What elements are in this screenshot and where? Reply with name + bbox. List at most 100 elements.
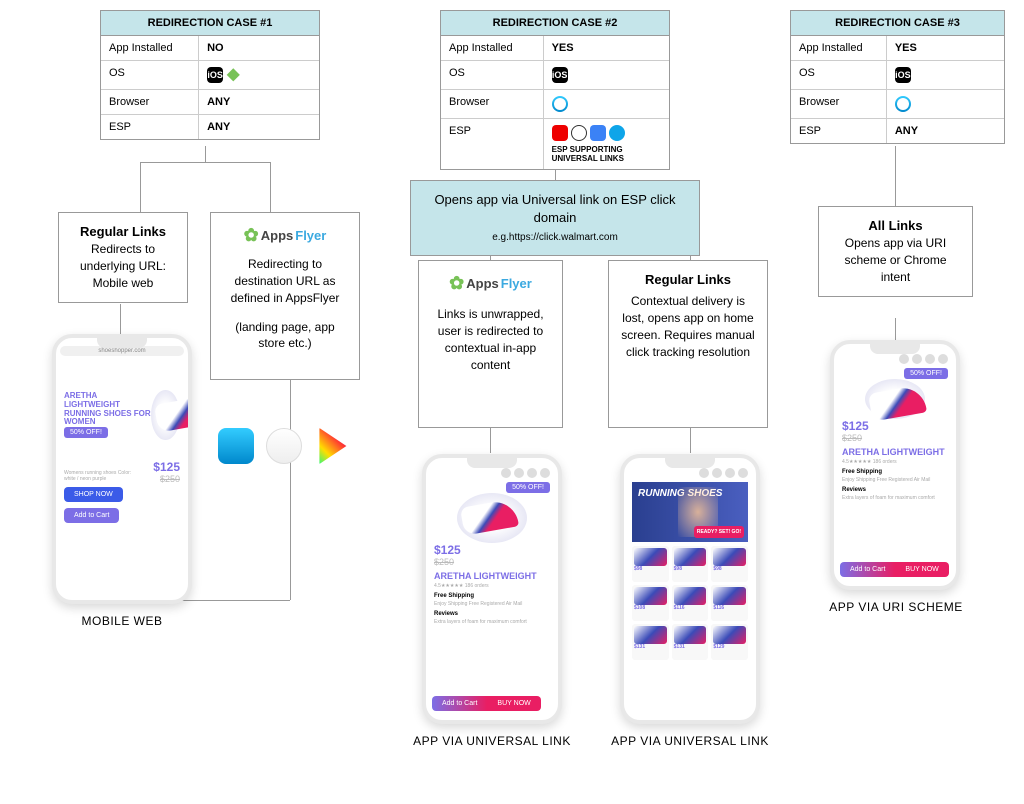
label-os: OS [791,61,887,89]
price: $125 [842,419,948,433]
label-browser: Browser [791,90,887,118]
android-icon: ◆ [227,67,239,83]
box-appsflyer-1: ✿AppsFlyer Redirecting to destination UR… [210,212,360,380]
case1-os: iOS◆ [199,61,319,89]
safari-icon [895,96,911,112]
result-mobile-web: MOBILE WEB [42,614,202,628]
case2-app-installed: YES [544,36,669,60]
case2-header: REDIRECTION CASE #2 [441,11,669,36]
phone-mobile-web: shoeshopper.com ARETHA LIGHTWEIGHT RUNNI… [52,334,192,604]
salesforce-icon [609,125,625,141]
box1b-text1: Redirecting to destination URL as define… [223,256,347,306]
off-badge: 50% OFF! [64,427,108,438]
appsflyer-logo: ✿AppsFlyer [244,223,327,248]
add-to-cart-button[interactable]: Add to Cart [64,508,119,523]
case2-browser [544,90,669,118]
sendgrid-icon [590,125,606,141]
box3-title: All Links [831,217,960,235]
safari-big-icon [266,428,302,464]
result-universal-b: APP VIA UNIVERSAL LINK [610,734,770,748]
case1-esp: ANY [199,115,319,139]
old-price: $250 [153,474,180,484]
label-app-installed: App Installed [791,36,887,60]
case2-os: iOS [544,61,669,89]
reviews-label: Reviews [842,487,948,493]
label-browser: Browser [101,90,199,114]
case1-table: REDIRECTION CASE #1 App InstalledNO OSiO… [100,10,320,140]
playstore-icon [314,428,350,464]
off-badge: 50% OFF! [506,482,550,493]
leaf-icon: ✿ [449,271,464,296]
box3-text: Opens app via URI scheme or Chrome inten… [831,235,960,285]
appstore-icon [218,428,254,464]
label-esp: ESP [441,119,544,169]
box2b-title: Regular Links [621,271,755,289]
box1a-text: Redirects to underlying URL: Mobile web [71,241,175,291]
banner-cta: READY? SET! GO! [694,526,744,538]
result-uri: APP VIA URI SCHEME [816,600,976,614]
safari-icon [552,96,568,112]
buy-now-button[interactable]: BUY NOW [895,562,948,577]
shoe-image [457,493,527,543]
reviews-label: Reviews [434,611,550,617]
phone-app-uri: 50% OFF! $125 $250 ARETHA LIGHTWEIGHT 4.… [830,340,960,590]
box-regular-links-2: Regular Links Contextual delivery is los… [608,260,768,428]
shoe-image [151,390,180,440]
case3-header: REDIRECTION CASE #3 [791,11,1004,36]
box2-top-line2: e.g.https://click.walmart.com [423,231,687,245]
label-app-installed: App Installed [441,36,544,60]
off-badge: 50% OFF! [904,368,948,379]
add-to-cart-button[interactable]: Add to Cart [840,562,895,577]
old-price: $250 [434,557,550,567]
label-os: OS [441,61,544,89]
case2-table: REDIRECTION CASE #2 App InstalledYES OS i… [440,10,670,170]
case3-os: iOS [887,61,1004,89]
case1-app-installed: NO [199,36,319,60]
product-name: ARETHA LIGHTWEIGHT [842,447,948,457]
dotdigital-icon [571,125,587,141]
desc: Womens running shoes Color: white / neon… [64,470,134,482]
box-all-links: All Links Opens app via URI scheme or Ch… [818,206,973,297]
label-browser: Browser [441,90,544,118]
case1-header: REDIRECTION CASE #1 [101,11,319,36]
ios-icon: iOS [552,67,568,83]
running-banner: RUNNING SHOES READY? SET! GO! [632,482,748,542]
oracle-icon [552,125,568,141]
phone-app-universal-a: 50% OFF! $125 $250 ARETHA LIGHTWEIGHT 4.… [422,454,562,724]
box2a-text: Links is unwrapped, user is redirected t… [431,306,550,373]
leaf-icon: ✿ [244,223,259,248]
case1-browser: ANY [199,90,319,114]
add-to-cart-button[interactable]: Add to Cart [432,696,487,711]
appsflyer-logo: ✿AppsFlyer [449,271,532,296]
store-icons [218,428,350,464]
case2-esp: ESP SUPPORTING UNIVERSAL LINKS [544,119,669,169]
box-appsflyer-2: ✿AppsFlyer Links is unwrapped, user is r… [418,260,563,428]
phone-app-universal-b: RUNNING SHOES READY? SET! GO! $98 $98 $9… [620,454,760,724]
box-universal-link: Opens app via Universal link on ESP clic… [410,180,700,256]
shoe-image [865,379,925,419]
case3-app-installed: YES [887,36,1004,60]
label-app-installed: App Installed [101,36,199,60]
case3-esp: ANY [887,119,1004,143]
free-shipping: Free Shipping [434,593,550,599]
hero-title: ARETHA LIGHTWEIGHT RUNNING SHOES FOR WOM… [64,392,151,427]
ios-icon: iOS [207,67,223,83]
buy-now-button[interactable]: BUY NOW [487,696,540,711]
price: $125 [153,460,180,474]
label-esp: ESP [791,119,887,143]
rating: 4.5★★★★★ 186 orders [842,459,948,465]
label-os: OS [101,61,199,89]
price: $125 [434,543,550,557]
esp-note: ESP SUPPORTING UNIVERSAL LINKS [552,145,661,163]
box1a-title: Regular Links [71,223,175,241]
old-price: $250 [842,433,948,443]
rating: 4.5★★★★★ 186 orders [434,583,550,589]
ios-icon: iOS [895,67,911,83]
box2-top-line1: Opens app via Universal link on ESP clic… [423,191,687,227]
box-regular-links-1: Regular Links Redirects to underlying UR… [58,212,188,303]
free-shipping: Free Shipping [842,469,948,475]
shoe-grid: $98 $98 $98 $108 $116 $116 $131 $131 $12… [632,546,748,660]
shop-now-button[interactable]: SHOP NOW [64,487,123,502]
box2b-text: Contextual delivery is lost, opens app o… [621,293,755,360]
label-esp: ESP [101,115,199,139]
